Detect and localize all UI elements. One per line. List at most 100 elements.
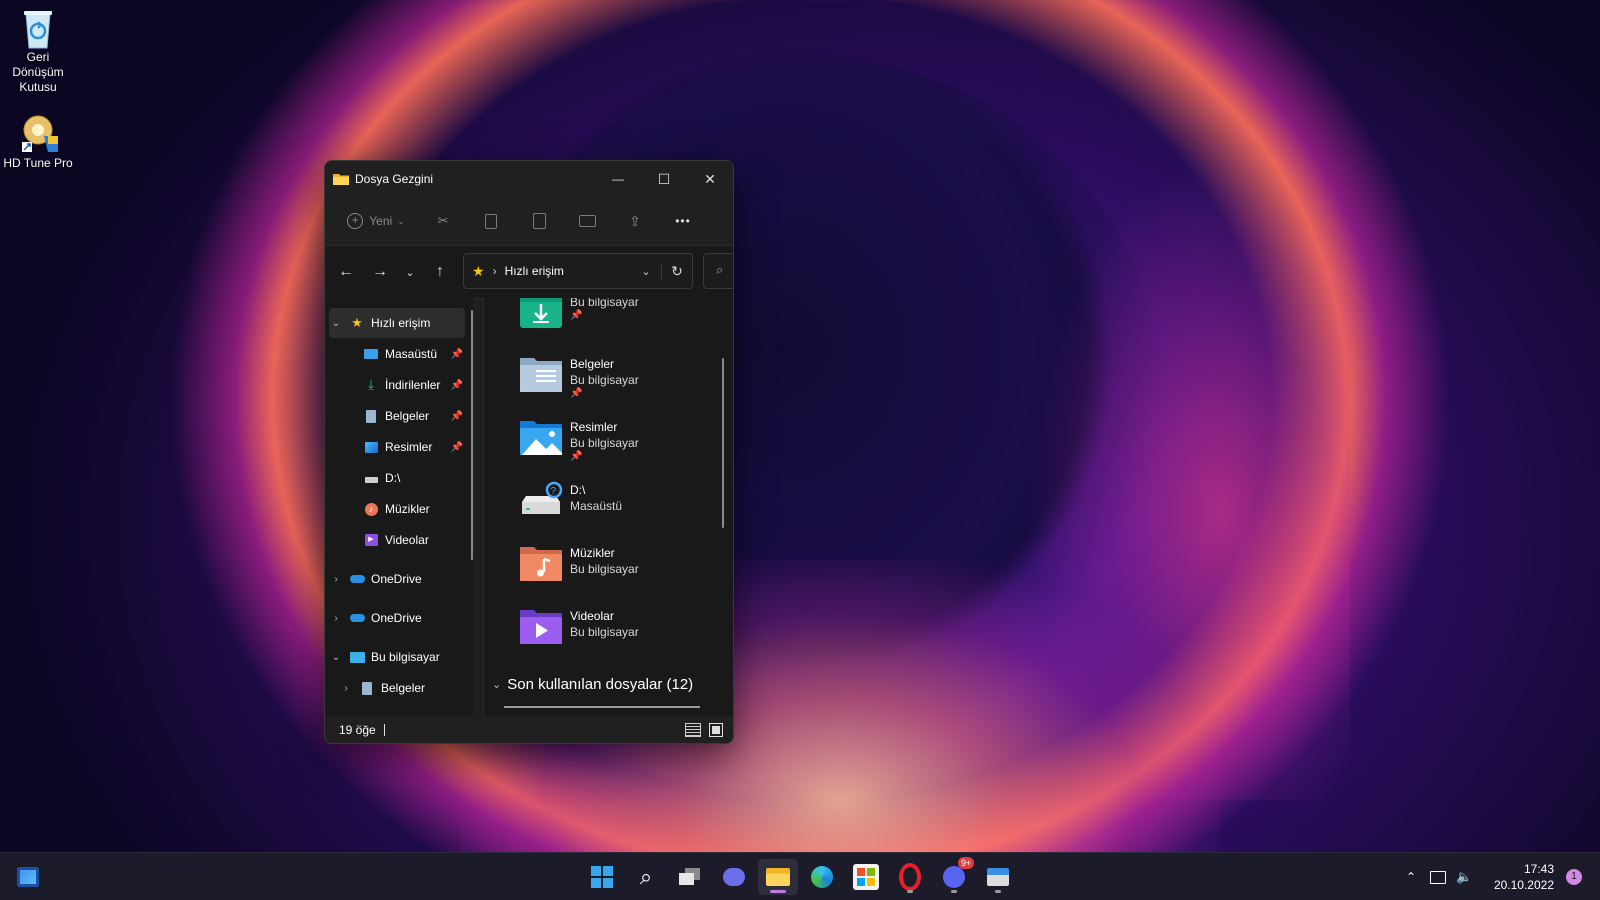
minimize-button[interactable]: —	[595, 161, 641, 197]
content-scrollbar[interactable]	[722, 358, 724, 528]
address-bar[interactable]: ★ › Hızlı erişim ⌄ ↻	[463, 253, 693, 289]
sidebar-item-label: Bu bilgisayar	[371, 650, 440, 664]
sidebar-item-this-pc-documents[interactable]: › Belgeler	[339, 673, 465, 703]
widgets-button[interactable]	[8, 859, 48, 895]
tile-name: Müzikler	[570, 546, 615, 560]
details-view-button[interactable]	[685, 722, 701, 737]
up-button[interactable]: ↑	[423, 255, 457, 289]
recycle-bin-icon	[18, 6, 58, 49]
plus-circle-icon: +	[347, 213, 364, 229]
documents-folder-icon	[518, 354, 564, 400]
tile-name: Belgeler	[570, 357, 615, 371]
chevron-down-icon[interactable]: ⌄	[631, 265, 661, 278]
tile-name: Resimler	[570, 420, 618, 434]
item-count: 19 öğe	[339, 722, 376, 737]
pictures-folder-icon	[518, 417, 564, 463]
sidebar-item-label: Hızlı erişim	[371, 316, 431, 330]
store-button[interactable]	[846, 859, 886, 895]
document-icon	[359, 680, 375, 696]
opera-button[interactable]	[890, 859, 930, 895]
more-options-button[interactable]: •••	[659, 205, 707, 237]
notification-center-button[interactable]: 1	[1566, 853, 1582, 900]
quick-access-tile[interactable]: Belgeler Bu bilgisayar 📌	[518, 354, 718, 410]
sidebar-item-pictures[interactable]: Resimler 📌	[363, 432, 467, 462]
breadcrumb-separator: ›	[492, 264, 497, 278]
chevron-down-icon[interactable]: ⌄	[329, 652, 343, 663]
star-icon: ★	[351, 315, 363, 330]
refresh-icon[interactable]: ↻	[661, 262, 692, 280]
sidebar-item-label: İndirilenler	[385, 378, 441, 392]
teams-chat-button[interactable]	[714, 859, 754, 895]
desktop-icon-recycle-bin[interactable]: Geri Dönüşüm Kutusu	[0, 6, 76, 95]
sidebar-item-desktop[interactable]: Masaüstü 📌	[363, 339, 467, 369]
search-input[interactable]: ⌕	[703, 253, 733, 289]
share-icon: ⇪	[629, 212, 641, 229]
maximize-button[interactable]: ☐	[641, 161, 687, 197]
task-view-icon	[679, 868, 701, 886]
pin-icon: 📌	[450, 379, 463, 391]
status-divider	[383, 723, 385, 736]
quick-access-tile[interactable]: Videolar Bu bilgisayar	[518, 606, 718, 662]
hd-tune-icon	[18, 112, 58, 152]
rename-button[interactable]	[563, 205, 611, 237]
new-label: Yeni	[369, 214, 393, 228]
taskbar: ⌕ 9+ ⌃ 🔈 17:43 20.10.2022 1	[0, 852, 1600, 900]
share-button[interactable]: ⇪	[611, 205, 659, 237]
network-icon[interactable]	[1430, 870, 1447, 884]
chevron-right-icon[interactable]: ›	[329, 574, 343, 585]
new-button[interactable]: + Yeni ⌄	[343, 205, 409, 237]
search-button[interactable]: ⌕	[626, 859, 666, 895]
discord-button[interactable]: 9+	[934, 857, 975, 895]
show-hidden-icons-button[interactable]: ⌃	[1406, 870, 1416, 884]
notification-badge: 9+	[958, 857, 975, 869]
tiles-view-button[interactable]	[709, 722, 723, 737]
task-view-button[interactable]	[670, 859, 710, 895]
command-bar: + Yeni ⌄ ✂ ⇪ •••	[325, 197, 733, 246]
file-explorer-taskbar-button[interactable]	[758, 859, 798, 895]
chevron-down-icon[interactable]: ⌄	[329, 318, 343, 329]
clipboard-icon	[532, 213, 546, 229]
recent-files-section-header[interactable]: ⌄ Son kullanılan dosyalar (12)	[492, 676, 693, 693]
app-button[interactable]	[978, 859, 1018, 895]
clock[interactable]: 17:43 20.10.2022	[1494, 853, 1554, 900]
title-bar[interactable]: Dosya Gezgini — ☐ ✕	[325, 161, 733, 197]
tile-name: Videolar	[570, 609, 614, 623]
cloud-icon	[349, 610, 365, 626]
folder-icon	[333, 172, 349, 186]
quick-access-tile[interactable]: ? D:\ Masaüstü	[518, 480, 718, 536]
tile-location: Bu bilgisayar	[570, 298, 639, 309]
back-button[interactable]: ←	[329, 255, 363, 289]
desktop-icon-hd-tune[interactable]: HD Tune Pro	[0, 112, 76, 171]
download-icon: ⤓	[368, 377, 374, 392]
svg-text:?: ?	[551, 486, 557, 497]
sidebar-item-onedrive-2[interactable]: › OneDrive	[329, 603, 465, 633]
sidebar-item-quick-access[interactable]: ⌄ ★ Hızlı erişim	[329, 308, 465, 338]
close-button[interactable]: ✕	[687, 161, 733, 197]
forward-button[interactable]: →	[363, 255, 397, 289]
sidebar-item-onedrive-1[interactable]: › OneDrive	[329, 564, 465, 594]
quick-access-tile[interactable]: Bu bilgisayar 📌	[518, 298, 718, 348]
sidebar-item-this-pc[interactable]: ⌄ Bu bilgisayar	[329, 642, 465, 672]
sidebar-item-music[interactable]: ♪ Müzikler	[363, 494, 467, 524]
store-icon	[853, 864, 879, 890]
chevron-right-icon[interactable]: ›	[329, 613, 343, 624]
copy-icon	[485, 213, 497, 229]
quick-access-tile[interactable]: Müzikler Bu bilgisayar	[518, 543, 718, 599]
cut-button[interactable]: ✂	[419, 205, 467, 237]
recent-locations-button[interactable]: ⌄	[397, 255, 423, 289]
chevron-right-icon[interactable]: ›	[339, 683, 353, 694]
video-icon: ▶	[363, 532, 379, 548]
sidebar-item-drive-d[interactable]: D:\	[363, 463, 467, 493]
sidebar-item-videos[interactable]: ▶ Videolar	[363, 525, 467, 555]
breadcrumb-location[interactable]: Hızlı erişim	[505, 264, 631, 278]
sidebar-scrollbar[interactable]	[471, 310, 473, 560]
copy-button[interactable]	[467, 205, 515, 237]
sidebar-item-documents[interactable]: Belgeler 📌	[363, 401, 467, 431]
quick-access-tile[interactable]: Resimler Bu bilgisayar 📌	[518, 417, 718, 473]
start-button[interactable]	[582, 859, 622, 895]
volume-icon[interactable]: 🔈	[1456, 869, 1472, 885]
paste-button[interactable]	[515, 205, 563, 237]
edge-button[interactable]	[802, 859, 842, 895]
sidebar-item-downloads[interactable]: ⤓ İndirilenler 📌	[363, 370, 467, 400]
desktop-icon	[363, 346, 379, 362]
